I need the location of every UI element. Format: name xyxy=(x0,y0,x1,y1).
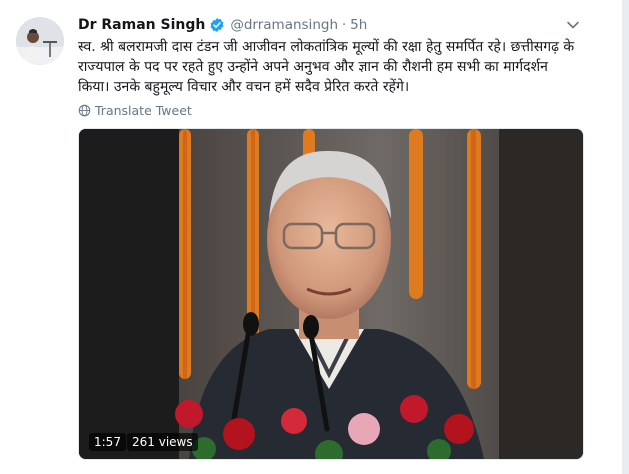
globe-icon xyxy=(78,104,91,117)
tweet-timestamp[interactable]: 5h xyxy=(350,17,367,33)
author-handle[interactable]: @drramansingh xyxy=(230,17,338,33)
translate-tweet-link[interactable]: Translate Tweet xyxy=(78,103,192,118)
verified-badge-icon xyxy=(210,18,224,32)
video-player[interactable]: 1:57 261 views xyxy=(78,128,584,460)
video-duration: 1:57 xyxy=(89,433,126,451)
translate-label: Translate Tweet xyxy=(95,103,192,118)
author-name[interactable]: Dr Raman Singh xyxy=(78,17,205,33)
separator-dot: · xyxy=(342,17,347,33)
tweet-header: Dr Raman Singh @drramansingh · 5h xyxy=(78,15,367,35)
video-view-count: 261 views xyxy=(127,433,198,451)
video-frame xyxy=(79,129,583,459)
chevron-down-icon[interactable] xyxy=(566,18,580,32)
tweet-text: स्व. श्री बलरामजी दास टंडन जी आजीवन लोकत… xyxy=(78,39,575,95)
tweet-card[interactable]: Dr Raman Singh @drramansingh · 5h स्व. श… xyxy=(0,0,623,474)
author-avatar[interactable] xyxy=(16,17,64,65)
